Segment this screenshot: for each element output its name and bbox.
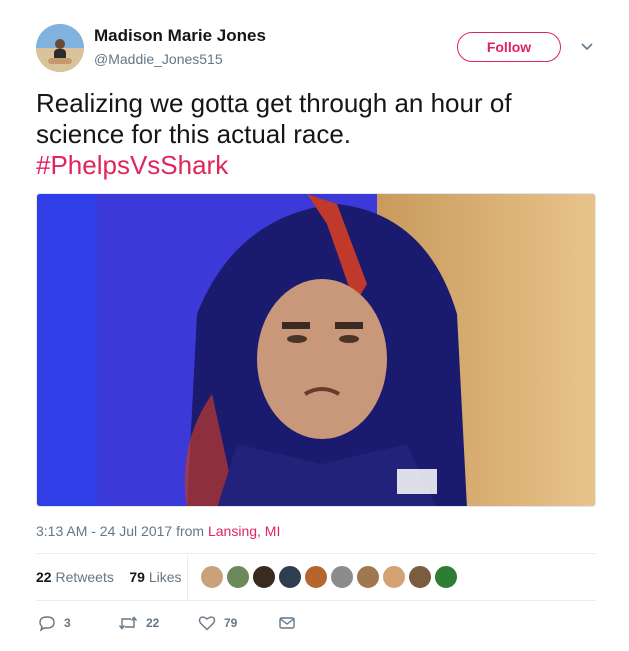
liker-avatar[interactable] (434, 565, 458, 589)
author-handle[interactable]: @Maddie_Jones515 (94, 51, 223, 67)
hashtag-link[interactable]: #PhelpsVsShark (36, 150, 228, 180)
author-avatar[interactable] (36, 24, 84, 72)
liker-avatars[interactable] (200, 565, 460, 589)
author-name[interactable]: Madison Marie Jones (94, 26, 266, 46)
likes-count[interactable]: 79 (129, 569, 145, 585)
tweet-photo[interactable] (36, 193, 596, 507)
envelope-icon (279, 617, 295, 629)
follow-button[interactable]: Follow (457, 32, 561, 62)
like-count: 79 (224, 616, 238, 630)
photo-image (37, 194, 595, 506)
retweet-icon (118, 616, 138, 630)
stats-separator (187, 555, 188, 600)
retweets-count[interactable]: 22 (36, 569, 52, 585)
tweet-text: Realizing we gotta get through an hour o… (36, 88, 596, 181)
tweet-location[interactable]: Lansing, MI (208, 523, 280, 539)
liker-avatar[interactable] (226, 565, 250, 589)
liker-avatar[interactable] (330, 565, 354, 589)
reply-action[interactable]: 3 (38, 614, 71, 632)
retweet-count: 22 (146, 616, 160, 630)
tweet-body: Realizing we gotta get through an hour o… (36, 88, 512, 149)
reply-count: 3 (64, 616, 71, 630)
liker-avatar[interactable] (252, 565, 276, 589)
tweet-timestamp: 3:13 AM - 24 Jul 2017 from Lansing, MI (36, 523, 280, 539)
dm-action[interactable] (278, 614, 304, 632)
liker-avatar[interactable] (200, 565, 224, 589)
chevron-down-icon[interactable] (580, 40, 594, 54)
retweet-action[interactable]: 22 (118, 614, 159, 632)
likes-label[interactable]: Likes (149, 569, 182, 585)
heart-icon (198, 616, 216, 631)
tweet-stats: 22 Retweets 79 Likes (36, 569, 182, 585)
like-action[interactable]: 79 (198, 614, 237, 632)
avatar-image (36, 24, 84, 72)
divider-top (36, 553, 596, 554)
retweets-label[interactable]: Retweets (55, 569, 113, 585)
liker-avatar[interactable] (408, 565, 432, 589)
liker-avatar[interactable] (278, 565, 302, 589)
liker-avatar[interactable] (304, 565, 328, 589)
liker-avatar[interactable] (382, 565, 406, 589)
divider-bottom (36, 600, 596, 601)
reply-icon (39, 616, 55, 632)
tweet-time[interactable]: 3:13 AM - 24 Jul 2017 from (36, 523, 208, 539)
liker-avatar[interactable] (356, 565, 380, 589)
